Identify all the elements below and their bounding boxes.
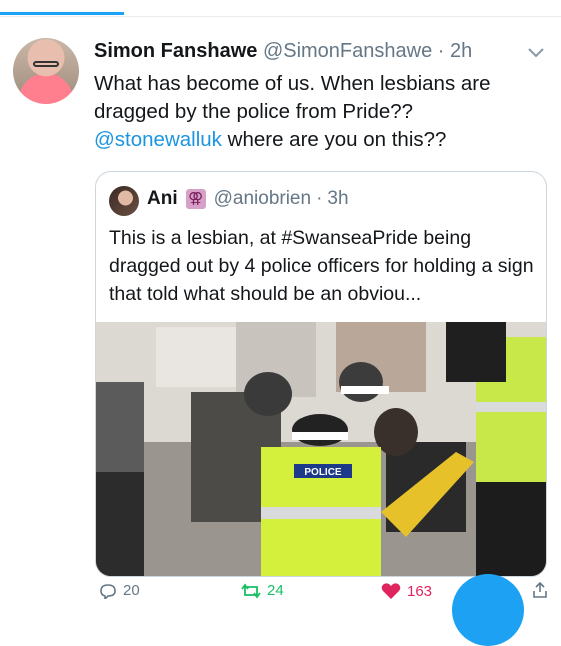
tweet-text-tail: where are you on this?? xyxy=(221,128,447,151)
tweet-text: What has become of us. When lesbians are… xyxy=(94,70,534,154)
share-icon xyxy=(533,582,547,598)
reply-action[interactable]: 20 xyxy=(99,582,140,599)
tweet-time[interactable]: 2h xyxy=(450,40,472,62)
quoted-time[interactable]: 3h xyxy=(327,188,348,210)
quoted-tweet[interactable]: Ani ⚢ @aniobrien · 3h This is a lesbian,… xyxy=(95,171,547,577)
chevron-down-icon[interactable] xyxy=(524,42,548,62)
author-handle[interactable]: @SimonFanshawe xyxy=(263,40,432,62)
vest-text: POLICE xyxy=(304,467,342,478)
video-thumbnail[interactable]: POLICE xyxy=(96,322,546,576)
quoted-author-name[interactable]: Ani xyxy=(147,188,178,210)
like-action[interactable]: 163 xyxy=(381,582,432,600)
like-count: 163 xyxy=(407,582,433,600)
reply-count: 20 xyxy=(123,582,140,599)
media-scene: POLICE xyxy=(96,322,546,576)
like-icon xyxy=(381,583,401,599)
author-name[interactable]: Simon Fanshawe xyxy=(94,40,257,62)
quoted-author-handle[interactable]: @aniobrien xyxy=(214,188,311,210)
retweet-icon xyxy=(241,583,261,598)
tweet-header: Simon Fanshawe @SimonFanshawe · 2h xyxy=(94,40,472,63)
separator: · xyxy=(437,40,445,62)
retweet-count: 24 xyxy=(267,582,284,599)
retweet-action[interactable]: 24 xyxy=(241,582,284,599)
quoted-header: Ani ⚢ @aniobrien · 3h xyxy=(147,188,349,210)
separator: · xyxy=(316,188,323,209)
mention-link[interactable]: @stonewalluk xyxy=(94,128,222,151)
quoted-avatar[interactable] xyxy=(109,186,139,216)
tab-indicator xyxy=(0,12,124,15)
avatar[interactable] xyxy=(13,38,79,104)
venus-double-icon: ⚢ xyxy=(185,189,206,209)
reply-icon xyxy=(100,583,116,599)
tweet-text-body: What has become of us. When lesbians are… xyxy=(94,72,491,123)
quoted-text: This is a lesbian, at #SwanseaPride bein… xyxy=(109,227,534,305)
share-action[interactable] xyxy=(533,582,547,598)
compose-button[interactable] xyxy=(452,574,524,646)
